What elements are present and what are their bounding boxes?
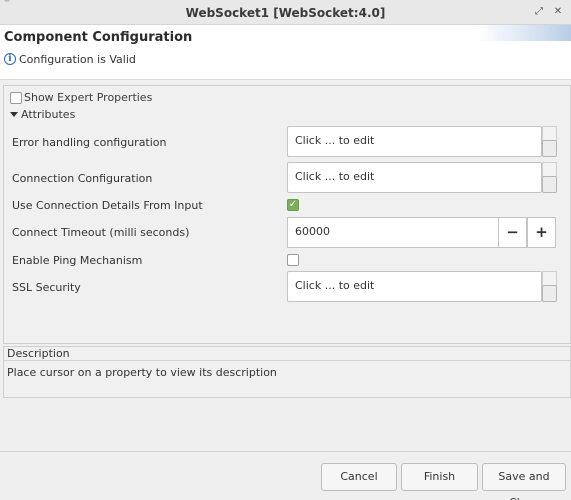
connect-timeout-input[interactable]: 60000: [287, 217, 499, 248]
info-icon: i: [4, 53, 16, 65]
dialog-header: Component Configuration i Configuration …: [0, 25, 571, 80]
edit-button-face[interactable]: [542, 285, 557, 302]
header-banner: [477, 25, 571, 41]
description-heading: Description: [4, 347, 570, 361]
window-title: WebSocket1 [WebSocket:4.0]: [185, 6, 386, 20]
show-expert-toggle[interactable]: Show Expert Properties: [10, 91, 152, 104]
status-text: Configuration is Valid: [19, 52, 136, 66]
increment-button[interactable]: +: [527, 217, 556, 248]
description-text: Place cursor on a property to view its d…: [7, 366, 277, 379]
ssl-security-edit-button[interactable]: [542, 271, 557, 302]
window-grip: [4, 0, 10, 2]
decrement-button[interactable]: −: [498, 217, 527, 248]
enable-ping-label: Enable Ping Mechanism: [12, 254, 143, 267]
use-connection-details-checkbox[interactable]: ✓: [287, 199, 299, 211]
cancel-button[interactable]: Cancel: [321, 463, 397, 491]
error-handling-edit-button[interactable]: [542, 126, 557, 157]
save-and-close-button[interactable]: Save and Close: [482, 463, 566, 500]
ssl-security-field[interactable]: Click ... to edit: [287, 271, 542, 302]
validation-status: i Configuration is Valid: [4, 52, 136, 66]
edit-button-frame: [542, 162, 557, 177]
error-handling-label: Error handling configuration: [12, 136, 167, 149]
description-panel: Description Place cursor on a property t…: [3, 346, 571, 398]
show-expert-checkbox[interactable]: [10, 91, 22, 104]
show-expert-label: Show Expert Properties: [24, 91, 153, 104]
connection-config-field[interactable]: Click ... to edit: [287, 162, 542, 193]
footer-divider: [0, 451, 571, 452]
connection-config-edit-button[interactable]: [542, 162, 557, 193]
window-titlebar: WebSocket1 [WebSocket:4.0] ⤢ ✕: [0, 0, 571, 25]
attributes-label: Attributes: [21, 108, 76, 121]
edit-button-face[interactable]: [542, 140, 557, 157]
expand-triangle-icon[interactable]: [10, 112, 18, 117]
page-title: Component Configuration: [4, 30, 193, 45]
attributes-section-header[interactable]: Attributes: [10, 108, 75, 121]
edit-button-face[interactable]: [542, 176, 557, 193]
connection-config-label: Connection Configuration: [12, 172, 153, 185]
ssl-security-label: SSL Security: [12, 281, 81, 294]
edit-button-frame: [542, 271, 557, 286]
edit-button-frame: [542, 126, 557, 141]
use-connection-details-label: Use Connection Details From Input: [12, 199, 203, 212]
properties-panel: Show Expert Properties Attributes Error …: [3, 85, 571, 344]
enable-ping-checkbox[interactable]: [287, 254, 299, 266]
restore-icon[interactable]: ⤢: [532, 5, 546, 19]
finish-button[interactable]: Finish: [401, 463, 478, 491]
close-icon[interactable]: ✕: [551, 5, 565, 19]
error-handling-field[interactable]: Click ... to edit: [287, 126, 542, 157]
connect-timeout-label: Connect Timeout (milli seconds): [12, 226, 190, 239]
